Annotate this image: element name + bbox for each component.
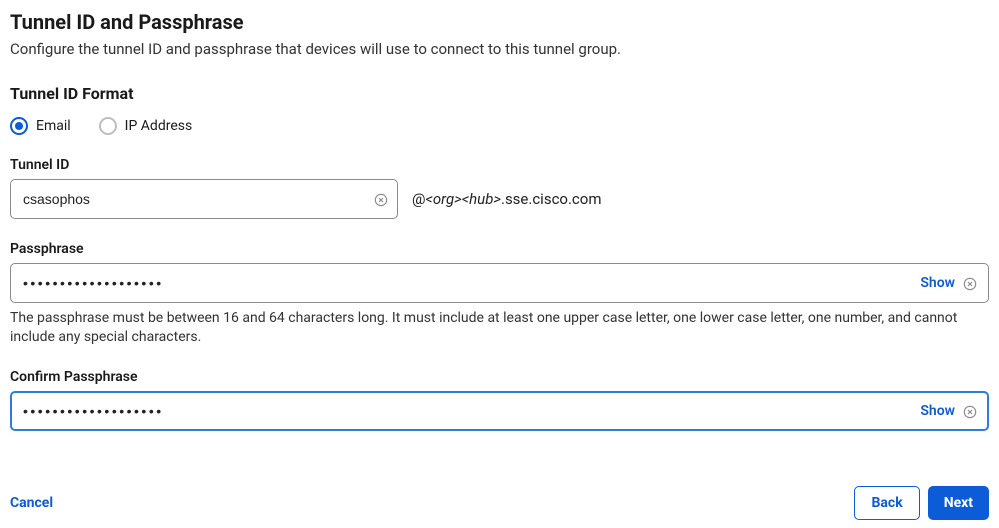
- clear-icon[interactable]: [374, 192, 388, 206]
- radio-label: Email: [36, 118, 71, 134]
- clear-icon[interactable]: [963, 404, 977, 418]
- tunnel-id-input-wrap: [10, 179, 398, 219]
- passphrase-helper: The passphrase must be between 16 and 64…: [10, 309, 989, 347]
- page-subtitle: Configure the tunnel ID and passphrase t…: [10, 40, 989, 58]
- radio-group-tunnel-id-format: Email IP Address: [10, 117, 989, 135]
- tunnel-id-input[interactable]: [10, 179, 398, 219]
- radio-icon: [99, 117, 117, 135]
- confirm-passphrase-input-wrap: Show: [10, 391, 989, 431]
- confirm-passphrase-input[interactable]: [10, 391, 989, 431]
- passphrase-input[interactable]: [10, 263, 989, 303]
- footer: Cancel Back Next: [10, 486, 989, 520]
- back-button[interactable]: Back: [854, 486, 919, 520]
- page-title: Tunnel ID and Passphrase: [10, 10, 989, 34]
- radio-icon: [10, 117, 28, 135]
- clear-icon[interactable]: [963, 276, 977, 290]
- next-button[interactable]: Next: [928, 486, 989, 520]
- label-confirm-passphrase: Confirm Passphrase: [10, 369, 989, 385]
- label-passphrase: Passphrase: [10, 241, 989, 257]
- cancel-button[interactable]: Cancel: [10, 495, 53, 511]
- passphrase-input-wrap: Show: [10, 263, 989, 303]
- label-tunnel-id: Tunnel ID: [10, 157, 989, 173]
- radio-label: IP Address: [125, 118, 193, 134]
- radio-ip-address[interactable]: IP Address: [99, 117, 193, 135]
- tunnel-id-suffix: @<org><hub>.sse.cisco.com: [412, 190, 602, 208]
- show-confirm-passphrase-button[interactable]: Show: [920, 403, 955, 419]
- section-tunnel-id-format: Tunnel ID Format: [10, 84, 989, 103]
- radio-email[interactable]: Email: [10, 117, 71, 135]
- show-passphrase-button[interactable]: Show: [920, 275, 955, 291]
